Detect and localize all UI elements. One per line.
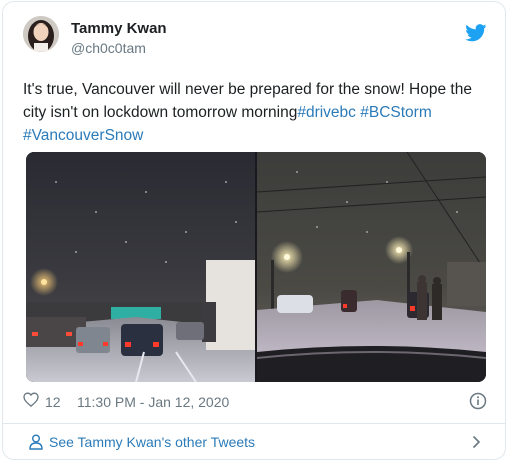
see-other-tweets-label[interactable]: See Tammy Kwan's other Tweets xyxy=(49,434,255,450)
chevron-right-icon xyxy=(472,435,481,454)
tweet-media xyxy=(26,152,486,382)
see-other-tweets-link[interactable]: See Tammy Kwan's other Tweets xyxy=(23,432,489,454)
tweet-card: Tammy Kwan @ch0c0tam It's true, Vancouve… xyxy=(2,1,506,460)
tweet-header: Tammy Kwan @ch0c0tam xyxy=(23,16,489,64)
hashtag-bcstorm[interactable]: #BCStorm xyxy=(360,104,432,121)
hashtag-vancouversnow[interactable]: #VancouverSnow xyxy=(23,127,143,144)
twitter-bird-icon[interactable] xyxy=(465,24,487,42)
author-handle[interactable]: @ch0c0tam xyxy=(71,40,146,56)
tweet-text: It's true, Vancouver will never be prepa… xyxy=(23,78,489,147)
footer-divider xyxy=(3,423,505,424)
like-button[interactable]: 12 xyxy=(23,392,61,412)
photo-street-night-snow[interactable] xyxy=(257,152,486,382)
avatar[interactable] xyxy=(23,16,59,52)
author-name[interactable]: Tammy Kwan xyxy=(71,20,167,37)
person-icon xyxy=(29,434,43,455)
info-icon[interactable] xyxy=(469,392,487,410)
hashtag-drivebc[interactable]: #drivebc xyxy=(297,104,356,121)
photo-highway-night-snow[interactable] xyxy=(26,152,255,382)
tweet-timestamp[interactable]: 11:30 PM - Jan 12, 2020 xyxy=(77,394,229,410)
like-count: 12 xyxy=(45,394,61,410)
heart-icon xyxy=(23,392,39,412)
tweet-meta: 12 11:30 PM - Jan 12, 2020 xyxy=(23,392,489,412)
